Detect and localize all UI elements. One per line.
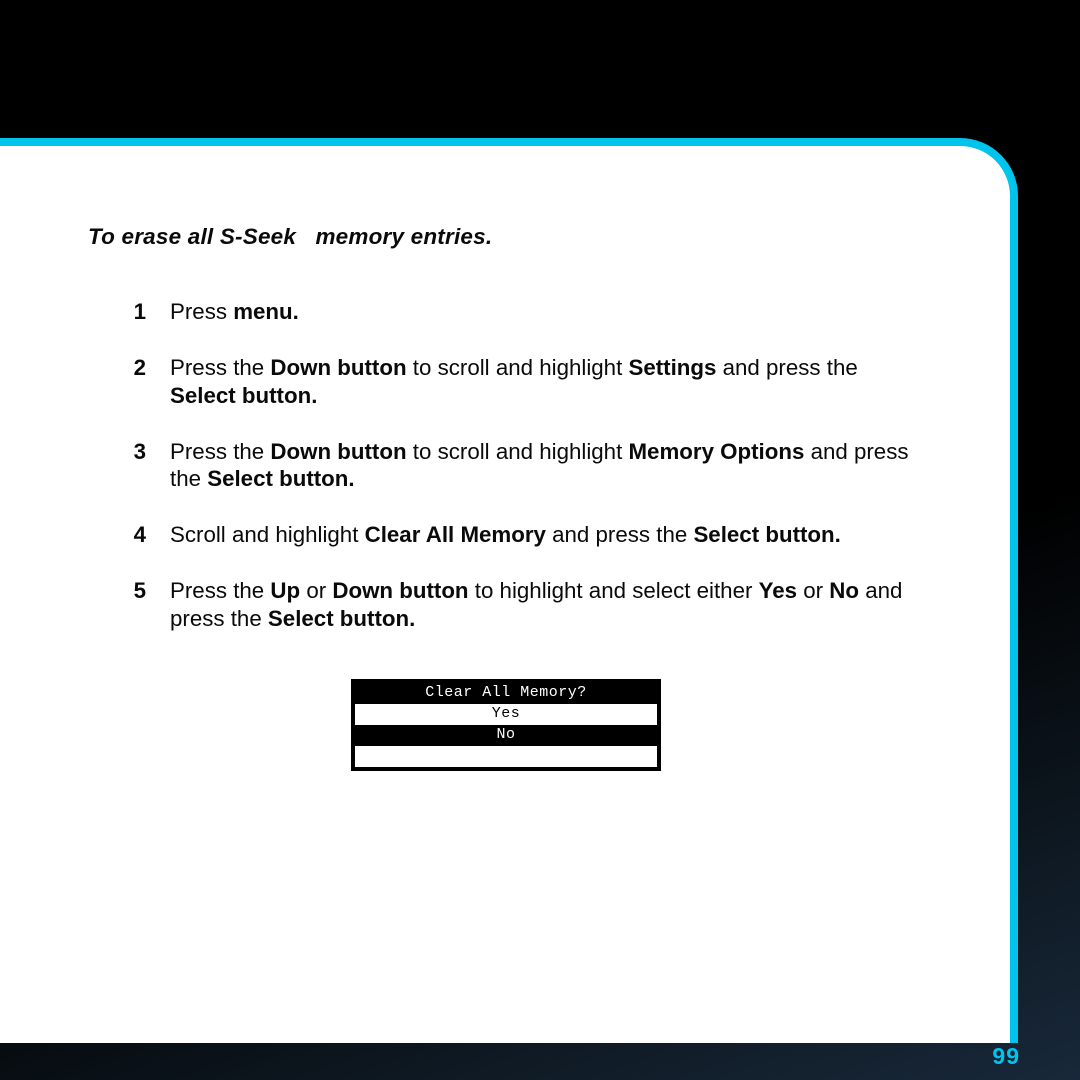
lcd-illustration: Clear All Memory? YesNo [88, 679, 924, 771]
step-list: 1 Press menu. 2 Press the Down button to sc… [88, 298, 924, 633]
lcd-option: Yes [355, 704, 657, 725]
step-text: Press the Down button to scroll and high… [170, 438, 924, 494]
step-text: Press the Up or Down button to highlight… [170, 577, 924, 633]
step: 2 Press the Down button to scroll and hig… [88, 354, 924, 410]
step-number: 2 [88, 354, 146, 410]
step-number: 1 [88, 298, 146, 326]
manual-page: To erase all S-Seek memory entries. 1 Pre… [0, 138, 1018, 1043]
step: 3 Press the Down button to scroll and hig… [88, 438, 924, 494]
step-text: Press menu. [170, 298, 924, 326]
step-number: 4 [88, 521, 146, 549]
step-text: Scroll and highlight Clear All Memory an… [170, 521, 924, 549]
step: 4 Scroll and highlight Clear All Memory a… [88, 521, 924, 549]
step-number: 5 [88, 577, 146, 633]
page-number: 99 [992, 1043, 1020, 1070]
step: 5 Press the Up or Down button to highligh… [88, 577, 924, 633]
step-number: 3 [88, 438, 146, 494]
lcd-blank-row [355, 746, 657, 767]
lcd-option: No [355, 725, 657, 746]
section-heading: To erase all S-Seek memory entries. [88, 224, 924, 250]
heading-prefix: To erase all S-Seek [88, 224, 296, 249]
lcd-title: Clear All Memory? [355, 683, 657, 704]
lcd-screen: Clear All Memory? YesNo [351, 679, 661, 771]
step-text: Press the Down button to scroll and high… [170, 354, 924, 410]
step: 1 Press menu. [88, 298, 924, 326]
heading-suffix: memory entries. [309, 224, 492, 249]
